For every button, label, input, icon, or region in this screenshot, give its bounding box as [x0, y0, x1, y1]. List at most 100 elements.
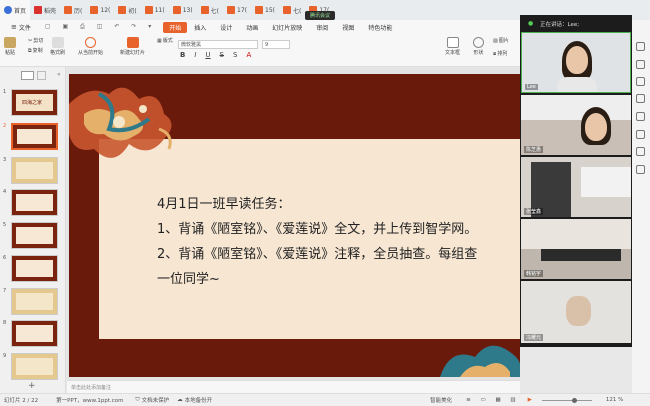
tab-doc[interactable]: 15(: [251, 0, 279, 20]
video-tile[interactable]: 冯耀元: [521, 281, 631, 343]
brush-icon: [51, 37, 64, 48]
tab-doc[interactable]: 17(: [223, 0, 251, 20]
font-size-select[interactable]: 9: [262, 40, 290, 49]
new-slide-icon: [126, 37, 139, 48]
textbox-button[interactable]: 文本框: [445, 37, 460, 56]
ppt-icon: [64, 6, 73, 14]
italic-button[interactable]: I: [194, 51, 196, 59]
menu-view[interactable]: 视图: [335, 23, 361, 32]
ppt-icon: [118, 6, 127, 14]
slide-thumbnail[interactable]: [11, 255, 58, 282]
protect-status[interactable]: 文档未保护: [142, 396, 170, 404]
style-icon[interactable]: [636, 60, 645, 69]
menu-file[interactable]: 文件: [19, 23, 38, 32]
more-icon[interactable]: [636, 165, 645, 174]
bold-button[interactable]: B: [180, 51, 185, 59]
toolbar-quick-icons[interactable]: ▢ ▣ ⎙ ◫ ↶ ↷ ▾: [38, 23, 163, 31]
slide-canvas[interactable]: 4月1日一班早读任务： 1、背诵《陋室铭》、《爱莲说》全文，并上传到智学网。 2…: [69, 74, 520, 377]
slide-body-text[interactable]: 4月1日一班早读任务： 1、背诵《陋室铭》、《爱莲说》全文，并上传到智学网。 2…: [157, 192, 477, 292]
play-icon: [85, 37, 96, 48]
layout-button[interactable]: ▦ 版式: [157, 37, 173, 45]
menu-home[interactable]: 开始: [163, 21, 188, 33]
slide-thumbnail[interactable]: 四海之家: [11, 89, 58, 116]
speaking-indicator: 正在讲话：Lee;: [540, 22, 580, 28]
tab-home[interactable]: 首页: [0, 0, 31, 20]
outline-view-toggle[interactable]: [21, 71, 34, 80]
tab-doc[interactable]: 12(: [86, 0, 114, 20]
from-current-button[interactable]: 从当前开始: [78, 37, 103, 56]
ribbon-toolbar: 粘贴 ✂ 剪切 ⧉ 复制 格式刷 从当前开始 新建幻灯片 ▦ 版式 文本框 形状 ▨ 图…: [0, 34, 520, 67]
slide-thumbnail[interactable]: [11, 222, 58, 249]
slide-editing-area: 4月1日一班早读任务： 1、背诵《陋室铭》、《爱莲说》全文，并上传到智学网。 2…: [67, 67, 520, 380]
cloud-ornament-icon: [69, 87, 172, 158]
cut-button[interactable]: ✂ 剪切: [28, 37, 43, 45]
ppt-icon: [172, 6, 181, 14]
menu-review[interactable]: 审阅: [309, 23, 335, 32]
shape-icon: [473, 37, 484, 48]
ppt-icon: [144, 6, 153, 14]
slide-thumbnail[interactable]: [11, 157, 58, 184]
meeting-indicator[interactable]: 腾讯会议: [305, 11, 336, 20]
ppt-icon: [200, 6, 209, 14]
video-tile[interactable]: 韩铭宇: [521, 219, 631, 279]
wps-logo-icon: [4, 6, 12, 14]
slide-thumbnail[interactable]: [11, 320, 58, 347]
slides-view-toggle[interactable]: [37, 71, 46, 80]
video-tile[interactable]: Lee: [521, 32, 631, 93]
new-slide-button[interactable]: 新建幻灯片: [120, 37, 145, 56]
notes-area[interactable]: 单击此处添加备注: [67, 380, 520, 393]
transition-icon[interactable]: [636, 94, 645, 103]
font-family-select[interactable]: 微软雅黑: [178, 40, 258, 49]
help-icon[interactable]: [636, 147, 645, 156]
settings-icon[interactable]: [636, 42, 645, 51]
slide-thumbnail[interactable]: [11, 353, 58, 380]
menu-features[interactable]: 特色功能: [361, 23, 399, 32]
ppt-icon: [227, 6, 236, 14]
arrange-button[interactable]: ⧈ 排列: [493, 50, 507, 58]
collapse-panel-icon[interactable]: «: [57, 71, 61, 78]
tab-doc[interactable]: 11(: [141, 0, 169, 20]
zoom-slider[interactable]: [541, 397, 592, 403]
tab-doc[interactable]: 历(: [60, 0, 86, 20]
menu-design[interactable]: 设计: [213, 23, 239, 32]
underline-button[interactable]: U: [205, 51, 210, 59]
beautify-button[interactable]: 智能美化: [430, 396, 452, 404]
menu-slideshow[interactable]: 幻灯片放映: [265, 23, 309, 32]
shadow-button[interactable]: S: [233, 51, 237, 59]
copy-icon: ⧉: [28, 47, 32, 54]
tab-docer[interactable]: 稻壳: [30, 0, 60, 20]
tools-icon[interactable]: [636, 112, 645, 121]
zoom-level[interactable]: 121 %: [606, 397, 623, 403]
text-format-row: B I U S S A: [180, 51, 251, 59]
shape-button[interactable]: 形状: [473, 37, 484, 56]
slide-thumbnail[interactable]: [11, 189, 58, 216]
menu-insert[interactable]: 插入: [187, 23, 213, 32]
animation-icon[interactable]: [636, 77, 645, 86]
picture-button[interactable]: ▨ 图片: [493, 37, 509, 45]
tab-doc[interactable]: 七(: [279, 0, 305, 20]
meeting-video-panel: 正在讲话：Lee; ● Lee 陈芝惠 张莹鑫 韩铭宇 冯耀元: [520, 15, 632, 347]
font-color-button[interactable]: A: [246, 51, 251, 59]
hamburger-menu-icon[interactable]: ≡: [4, 23, 19, 31]
picture-icon: ▨: [493, 37, 498, 44]
add-slide-button[interactable]: +: [28, 381, 36, 391]
video-tile[interactable]: 陈芝惠: [521, 95, 631, 155]
backup-status[interactable]: 本地备份开: [185, 396, 213, 404]
video-tile[interactable]: 张莹鑫: [521, 157, 631, 217]
tab-doc[interactable]: 初(: [114, 0, 140, 20]
slide-thumbnail-selected[interactable]: [11, 123, 58, 150]
strikethrough-button[interactable]: S: [220, 51, 224, 59]
view-mode-icons[interactable]: ≡ ▭ ▦ ▥: [466, 397, 519, 403]
play-slideshow-button[interactable]: ▶: [528, 397, 532, 403]
menu-animation[interactable]: 动画: [239, 23, 265, 32]
mic-speaking-icon: ●: [528, 20, 534, 27]
backup-icon[interactable]: [636, 130, 645, 139]
slide-thumbnail[interactable]: [11, 288, 58, 315]
tab-doc[interactable]: 13(: [169, 0, 197, 20]
layout-icon: ▦: [157, 37, 162, 44]
tab-doc[interactable]: 七(: [197, 0, 223, 20]
ppt-icon: [255, 6, 263, 14]
copy-button[interactable]: ⧉ 复制: [28, 47, 43, 55]
format-painter-button[interactable]: 格式刷: [50, 37, 65, 56]
paste-button[interactable]: 粘贴: [4, 37, 16, 56]
